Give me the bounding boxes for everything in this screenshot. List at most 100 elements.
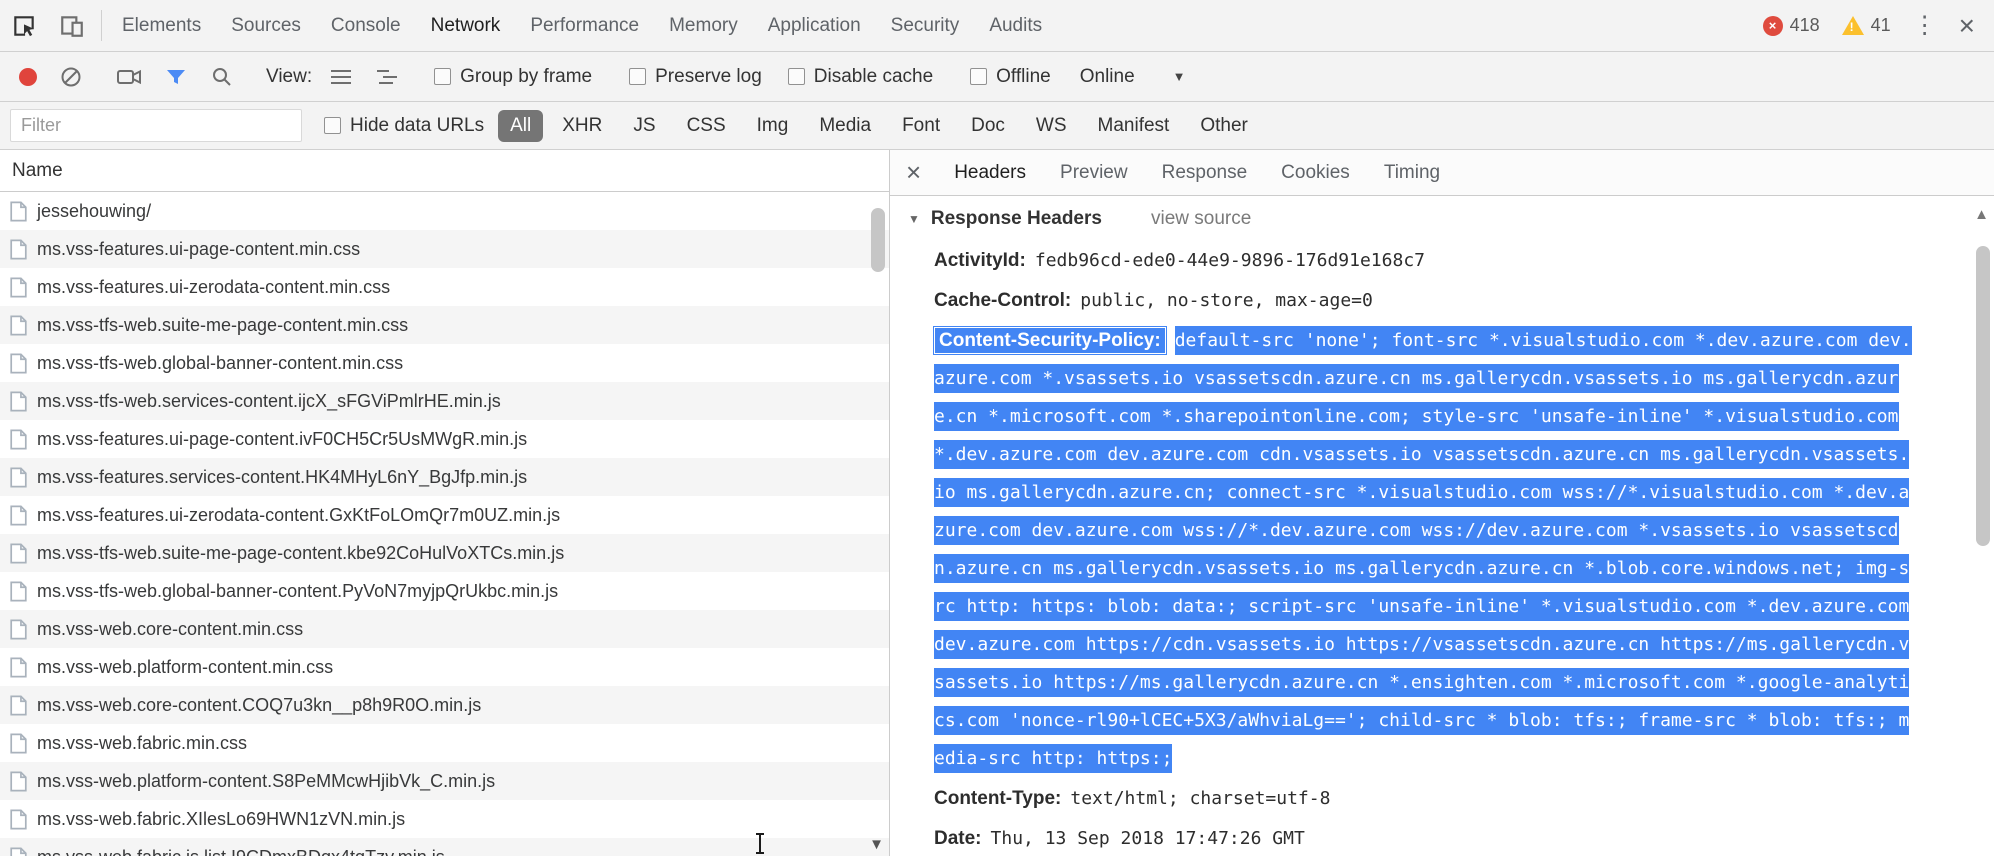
scroll-up-icon[interactable]: ▲ <box>1974 206 1989 223</box>
file-document-icon <box>10 695 27 716</box>
response-headers-list: ActivityId: fedb96cd-ede0-44e9-9896-176d9… <box>908 242 1918 856</box>
file-document-icon <box>10 619 27 640</box>
header-value: text/html; charset=utf-8 <box>1070 788 1331 809</box>
devtools-tab[interactable]: Audits <box>974 0 1057 51</box>
devtools-tab[interactable]: Security <box>876 0 975 51</box>
request-rows: jessehouwing/ ms.vss-features.ui-page-co… <box>0 192 889 856</box>
devtools-tab[interactable]: Console <box>316 0 416 51</box>
scrollbar-thumb[interactable] <box>871 208 885 272</box>
devtools-topbar: Elements Sources Console Network Performance… <box>0 0 1994 52</box>
preserve-log-checkbox[interactable]: Preserve log <box>629 66 762 88</box>
request-row[interactable]: ms.vss-web.fabric.XIlesLo69HWN1zVN.min.j… <box>0 800 889 838</box>
offline-checkbox[interactable]: Offline <box>970 66 1051 88</box>
hide-data-urls-checkbox[interactable]: Hide data URLs <box>324 115 484 137</box>
type-filter-pill[interactable]: Doc <box>959 110 1017 142</box>
inspect-element-button[interactable] <box>0 0 48 51</box>
file-document-icon <box>10 467 27 488</box>
request-row[interactable]: ms.vss-web.fabric.min.css <box>0 724 889 762</box>
request-row[interactable]: ms.vss-features.ui-zerodata-content.GxKt… <box>0 496 889 534</box>
header-name: Content-Security-Policy: <box>934 327 1166 354</box>
clear-icon <box>61 67 81 86</box>
type-filter-pill[interactable]: WS <box>1024 110 1079 142</box>
devtools-tab[interactable]: Network <box>416 0 516 51</box>
type-filter-pill[interactable]: Img <box>745 110 801 142</box>
request-row[interactable]: ms.vss-tfs-web.suite-me-page-content.min… <box>0 306 889 344</box>
devtools-tab[interactable]: Performance <box>515 0 654 51</box>
request-row[interactable]: jessehouwing/ <box>0 192 889 230</box>
details-tab[interactable]: Response <box>1145 150 1265 195</box>
file-document-icon <box>10 847 27 856</box>
error-icon: × <box>1762 15 1783 36</box>
file-document-icon <box>10 809 27 830</box>
throttling-select[interactable]: Online ▼ <box>1080 66 1186 88</box>
header-value: fedb96cd-ede0-44e9-9896-176d91e168c7 <box>1034 250 1425 271</box>
type-filter-pill[interactable]: Other <box>1188 110 1260 142</box>
file-document-icon <box>10 239 27 260</box>
close-devtools-icon[interactable]: × <box>1948 10 1986 42</box>
header-name: Cache-Control: <box>934 290 1072 311</box>
group-by-frame-checkbox[interactable]: Group by frame <box>434 66 592 88</box>
error-count: 418 <box>1789 15 1820 35</box>
type-filter-pill[interactable]: XHR <box>550 110 614 142</box>
scroll-down-icon[interactable]: ▼ <box>869 836 884 853</box>
network-filter-bar: Hide data URLs AllXHRJSCSSImgMediaFontDo… <box>0 102 1994 150</box>
devtools-tab[interactable]: Elements <box>107 0 216 51</box>
request-row[interactable]: ms.vss-web.platform-content.min.css <box>0 648 889 686</box>
file-document-icon <box>10 201 27 222</box>
warning-count-badge[interactable]: ! 41 <box>1831 15 1902 36</box>
devtools-tab[interactable]: Memory <box>654 0 753 51</box>
record-network-log-button[interactable] <box>8 67 48 86</box>
details-tab[interactable]: Headers <box>937 150 1043 195</box>
type-filter-pill[interactable]: JS <box>621 110 667 142</box>
request-row[interactable]: ms.vss-web.fabric.js.list.I9CDmxBDqx4tqT… <box>0 838 889 856</box>
filter-funnel-icon <box>167 69 185 84</box>
search-button[interactable] <box>199 65 245 89</box>
collapse-triangle-icon[interactable]: ▼ <box>908 212 920 226</box>
type-filter-pill[interactable]: All <box>498 109 544 142</box>
clear-button[interactable] <box>48 65 94 89</box>
request-row[interactable]: ms.vss-tfs-web.global-banner-content.PyV… <box>0 572 889 610</box>
device-toolbar-icon <box>61 15 83 37</box>
type-filter-pill[interactable]: Font <box>890 110 952 142</box>
close-details-icon[interactable]: × <box>890 150 937 195</box>
request-row[interactable]: ms.vss-web.platform-content.S8PeMMcwHjib… <box>0 762 889 800</box>
response-header: Cache-Control: public, no-store, max-age=… <box>934 282 1918 320</box>
request-row[interactable]: ms.vss-features.ui-page-content.min.css <box>0 230 889 268</box>
header-name: Content-Type: <box>934 788 1062 809</box>
request-row[interactable]: ms.vss-tfs-web.global-banner-content.min… <box>0 344 889 382</box>
response-header: Date: Thu, 13 Sep 2018 17:47:26 GMT <box>934 820 1918 856</box>
name-column-header[interactable]: Name <box>0 150 889 192</box>
details-tab[interactable]: Preview <box>1043 150 1145 195</box>
request-row[interactable]: ms.vss-tfs-web.suite-me-page-content.kbe… <box>0 534 889 572</box>
request-row[interactable]: ms.vss-features.ui-page-content.ivF0CH5C… <box>0 420 889 458</box>
filter-toggle-button[interactable] <box>153 65 199 89</box>
filter-input[interactable] <box>10 109 302 142</box>
capture-screenshots-button[interactable] <box>105 65 153 89</box>
request-row[interactable]: ms.vss-web.core-content.COQ7u3kn__p8h9R0… <box>0 686 889 724</box>
type-filter-pill[interactable]: Media <box>807 110 883 142</box>
request-row[interactable]: ms.vss-tfs-web.services-content.ijcX_sFG… <box>0 382 889 420</box>
devtools-tab[interactable]: Sources <box>216 0 316 51</box>
use-small-request-rows-button[interactable] <box>318 67 364 87</box>
type-filter-pill[interactable]: CSS <box>675 110 738 142</box>
view-source-link[interactable]: view source <box>1151 208 1251 230</box>
device-toolbar-button[interactable] <box>48 0 96 51</box>
network-split-view: Name jessehouwing/ ms.vss-features.ui-pa… <box>0 150 1994 856</box>
devtools-tab[interactable]: Application <box>753 0 876 51</box>
request-row[interactable]: ms.vss-features.ui-zerodata-content.min.… <box>0 268 889 306</box>
section-title: Response Headers <box>930 208 1102 229</box>
search-icon <box>213 67 231 86</box>
details-tab[interactable]: Timing <box>1367 150 1457 195</box>
show-overview-button[interactable] <box>364 67 410 87</box>
details-tab[interactable]: Cookies <box>1264 150 1367 195</box>
error-count-badge[interactable]: × 418 <box>1752 15 1831 36</box>
record-icon <box>19 67 37 86</box>
disable-cache-checkbox[interactable]: Disable cache <box>787 66 933 88</box>
request-row[interactable]: ms.vss-features.services-content.HK4MHyL… <box>0 458 889 496</box>
type-filter-pill[interactable]: Manifest <box>1086 110 1182 142</box>
header-name: Date: <box>934 828 982 849</box>
more-options-icon[interactable]: ⋮ <box>1902 11 1948 40</box>
scrollbar-thumb[interactable] <box>1976 246 1990 546</box>
inspect-cursor-icon <box>14 15 34 36</box>
request-row[interactable]: ms.vss-web.core-content.min.css <box>0 610 889 648</box>
